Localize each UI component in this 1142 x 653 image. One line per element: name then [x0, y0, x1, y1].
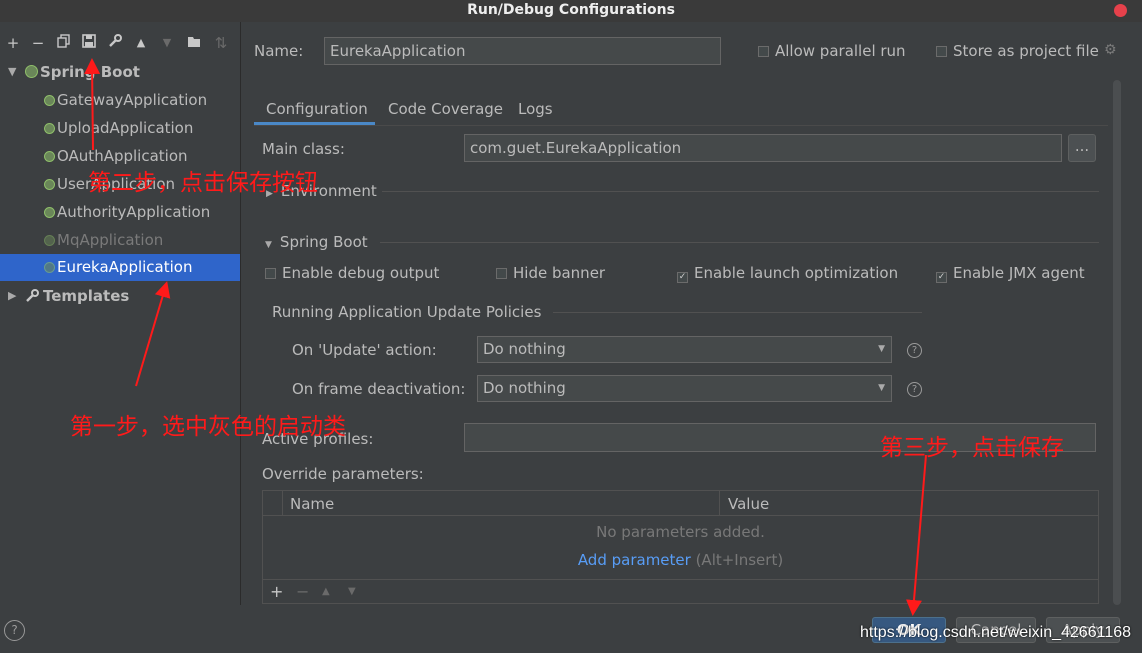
annotation-arrow-step1: [135, 281, 171, 387]
annotation-step2: 第二步，点击保存按钮: [88, 170, 318, 196]
annotation-step3: 第三步，点击保存: [880, 435, 1064, 461]
watermark-url: https://blog.csdn.net/weixin_42661168: [860, 624, 1132, 641]
annotation-arrow-step3: [906, 454, 927, 616]
annotation-step1: 第一步，选中灰色的启动类: [70, 414, 346, 440]
annotation-arrow-step2: [84, 58, 101, 151]
annotation-arrows: [84, 58, 927, 616]
